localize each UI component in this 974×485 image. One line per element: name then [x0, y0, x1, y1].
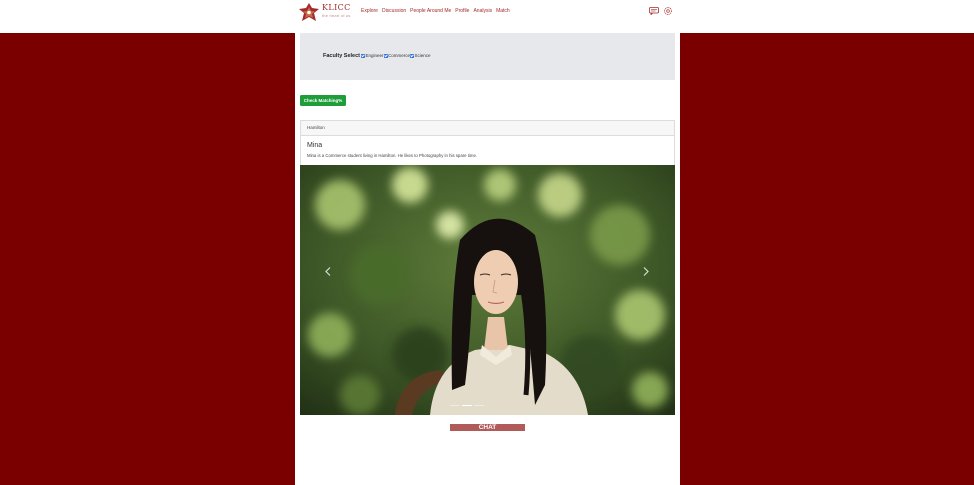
profile-card: Hamilton Mina Mina is a Commerce student… — [300, 120, 675, 415]
top-navbar: KLICC the heart of us Explore Discussion… — [0, 0, 974, 33]
checkbox-label-commerce: Commerce — [388, 53, 411, 58]
profile-photo — [300, 165, 675, 415]
gear-icon[interactable] — [664, 7, 672, 15]
main-nav: Explore Discussion People Around Me Prof… — [361, 7, 510, 15]
chat-button[interactable]: CHAT — [450, 424, 525, 431]
brand: KLICC the heart of us — [322, 4, 351, 18]
photo-carousel[interactable] — [300, 165, 675, 415]
card-header: Hamilton — [301, 121, 674, 136]
nav-profile[interactable]: Profile — [455, 7, 469, 15]
carousel-indicator-active[interactable] — [462, 405, 472, 406]
faculty-select-label: Faculty Select — [323, 53, 360, 59]
brand-title: KLICC — [322, 3, 351, 12]
chevron-left-icon — [325, 266, 331, 276]
checkbox-science[interactable] — [410, 53, 415, 58]
card-location: Hamilton — [307, 125, 325, 130]
checkbox-label-engineer: Engineer — [365, 53, 384, 58]
faculty-options: Engineer Commerce Science — [361, 53, 431, 58]
nav-match[interactable]: Match — [496, 7, 510, 15]
brand-tagline: the heart of us — [322, 13, 351, 18]
carousel-indicator[interactable] — [474, 405, 484, 406]
checkbox-commerce[interactable] — [383, 53, 388, 58]
chat-bubble-icon[interactable] — [649, 7, 659, 15]
nav-discussion[interactable]: Discussion — [382, 7, 406, 15]
checkbox-label-science: Science — [414, 53, 431, 58]
nav-people-around-me[interactable]: People Around Me — [410, 7, 451, 15]
checkbox-engineer[interactable] — [361, 53, 365, 58]
nav-explore[interactable]: Explore — [361, 7, 378, 15]
carousel-next-button[interactable] — [640, 265, 652, 277]
carousel-indicators — [450, 405, 484, 406]
card-description: Mina is a Commerce student living in Ham… — [307, 153, 478, 158]
carousel-prev-button[interactable] — [322, 265, 334, 277]
klicc-logo[interactable] — [299, 3, 319, 21]
chevron-right-icon — [643, 266, 649, 276]
carousel-indicator[interactable] — [450, 405, 460, 406]
check-matching-button[interactable]: Check Matching% — [300, 95, 346, 106]
nav-analysis[interactable]: Analysis — [473, 7, 492, 15]
card-name: Mina — [307, 142, 323, 149]
